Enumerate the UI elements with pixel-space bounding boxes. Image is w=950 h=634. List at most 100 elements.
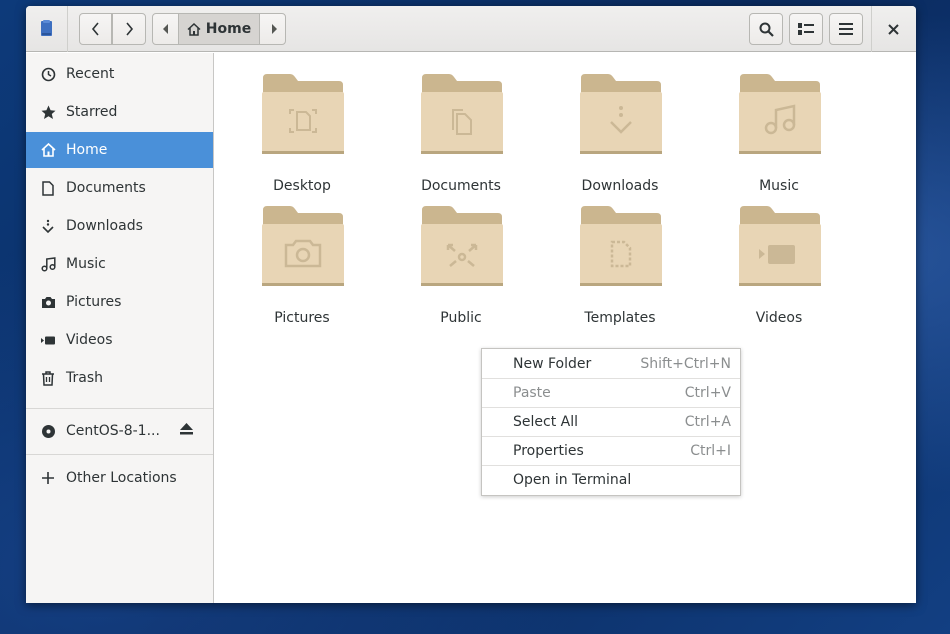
triangle-left-icon xyxy=(162,24,168,34)
folder-label: Videos xyxy=(755,310,803,326)
path-home-label: Home xyxy=(205,21,252,37)
menu-item-shortcut: Shift+Ctrl+N xyxy=(640,355,731,372)
menu-item-select-all[interactable]: Select All Ctrl+A xyxy=(482,407,740,436)
folder-label: Music xyxy=(759,178,799,194)
file-manager-window: Home Recent Starred Home Documents Downl… xyxy=(26,6,916,603)
folder-downloads[interactable]: Downloads xyxy=(560,68,680,194)
folder-icon xyxy=(580,206,662,286)
folder-icon xyxy=(739,206,821,286)
menu-item-shortcut: Ctrl+V xyxy=(684,384,731,401)
path-scroll-left-button[interactable] xyxy=(153,14,178,44)
menu-item-shortcut: Ctrl+A xyxy=(684,413,731,430)
triangle-right-icon xyxy=(271,24,277,34)
sidebar-item-label: Starred xyxy=(66,104,118,120)
sidebar-item-videos[interactable]: Videos xyxy=(26,322,213,358)
menu-button[interactable] xyxy=(829,13,863,45)
sidebar-item-label: Downloads xyxy=(66,218,143,234)
folder-pictures[interactable]: Pictures xyxy=(242,200,362,326)
sidebar-item-label: Videos xyxy=(66,332,113,348)
download-icon xyxy=(40,218,56,234)
sidebar-item-documents[interactable]: Documents xyxy=(26,170,213,206)
app-icon xyxy=(41,20,52,36)
menu-item-new-folder[interactable]: New Folder Shift+Ctrl+N xyxy=(482,349,740,378)
list-view-icon xyxy=(798,22,814,35)
search-button[interactable] xyxy=(749,13,783,45)
sidebar-item-other-locations[interactable]: Other Locations xyxy=(26,460,213,496)
sidebar-item-label: Pictures xyxy=(66,294,122,310)
menu-item-label: Properties xyxy=(513,442,584,459)
sidebar-item-downloads[interactable]: Downloads xyxy=(26,208,213,244)
disc-icon xyxy=(40,423,56,439)
search-icon xyxy=(759,22,774,37)
folder-desktop[interactable]: Desktop xyxy=(242,68,362,194)
context-menu: New Folder Shift+Ctrl+N Paste Ctrl+V Sel… xyxy=(481,348,741,496)
sidebar-item-label: Home xyxy=(66,142,108,158)
header-bar: Home xyxy=(26,6,916,52)
menu-item-label: Paste xyxy=(513,384,551,401)
folder-icon xyxy=(739,74,821,154)
folder-label: Desktop xyxy=(273,178,331,194)
chevron-right-icon xyxy=(126,22,134,36)
close-icon xyxy=(887,23,899,35)
header-separator xyxy=(67,6,68,52)
clock-icon xyxy=(40,66,56,82)
folder-icon xyxy=(421,206,503,286)
sidebar-item-label: Other Locations xyxy=(66,470,177,486)
close-button[interactable] xyxy=(882,18,904,40)
sidebar-item-home[interactable]: Home xyxy=(26,132,213,168)
eject-icon[interactable] xyxy=(180,423,193,439)
camera-icon xyxy=(40,294,56,310)
sidebar-divider xyxy=(26,454,213,455)
sidebar-item-label: Music xyxy=(66,256,106,272)
folder-icon xyxy=(421,74,503,154)
trash-icon xyxy=(40,370,56,386)
menu-item-paste: Paste Ctrl+V xyxy=(482,378,740,407)
menu-item-properties[interactable]: Properties Ctrl+I xyxy=(482,436,740,465)
sidebar-item-label: CentOS-8-1... xyxy=(66,423,160,439)
view-list-button[interactable] xyxy=(789,13,823,45)
chevron-left-icon xyxy=(91,22,99,36)
sidebar-item-label: Trash xyxy=(66,370,103,386)
folder-label: Downloads xyxy=(581,178,659,194)
plus-icon xyxy=(40,470,56,486)
path-bar: Home xyxy=(152,13,286,45)
music-icon xyxy=(40,256,56,272)
home-icon xyxy=(40,142,56,158)
header-separator xyxy=(871,6,872,52)
folder-icon xyxy=(262,206,344,286)
folder-label: Documents xyxy=(421,178,501,194)
menu-item-label: Select All xyxy=(513,413,578,430)
folder-templates[interactable]: Templates xyxy=(560,200,680,326)
menu-item-label: Open in Terminal xyxy=(513,471,632,488)
sidebar-item-trash[interactable]: Trash xyxy=(26,360,213,396)
menu-item-label: New Folder xyxy=(513,355,592,372)
menu-item-shortcut: Ctrl+I xyxy=(690,442,731,459)
sidebar-item-recent[interactable]: Recent xyxy=(26,56,213,92)
sidebar-item-label: Recent xyxy=(66,66,115,82)
sidebar: Recent Starred Home Documents Downloads … xyxy=(26,53,214,603)
folder-label: Pictures xyxy=(274,310,330,326)
video-icon xyxy=(40,332,56,348)
folder-documents[interactable]: Documents xyxy=(401,68,521,194)
back-button[interactable] xyxy=(79,13,112,45)
folder-videos[interactable]: Videos xyxy=(719,200,839,326)
star-icon xyxy=(40,104,56,120)
home-icon xyxy=(187,22,201,36)
sidebar-item-starred[interactable]: Starred xyxy=(26,94,213,130)
hamburger-icon xyxy=(839,23,853,35)
path-home-button[interactable]: Home xyxy=(178,14,260,44)
folder-label: Templates xyxy=(584,310,656,326)
menu-item-open-in-terminal[interactable]: Open in Terminal xyxy=(482,465,740,494)
path-scroll-right-button[interactable] xyxy=(261,14,285,44)
sidebar-divider xyxy=(26,408,213,409)
sidebar-item-device[interactable]: CentOS-8-1... xyxy=(26,413,213,449)
forward-button[interactable] xyxy=(112,13,146,45)
sidebar-item-pictures[interactable]: Pictures xyxy=(26,284,213,320)
folder-public[interactable]: Public xyxy=(401,200,521,326)
folder-music[interactable]: Music xyxy=(719,68,839,194)
folder-icon xyxy=(580,74,662,154)
sidebar-item-music[interactable]: Music xyxy=(26,246,213,282)
folder-icon xyxy=(262,74,344,154)
sidebar-item-label: Documents xyxy=(66,180,146,196)
folder-label: Public xyxy=(440,310,482,326)
